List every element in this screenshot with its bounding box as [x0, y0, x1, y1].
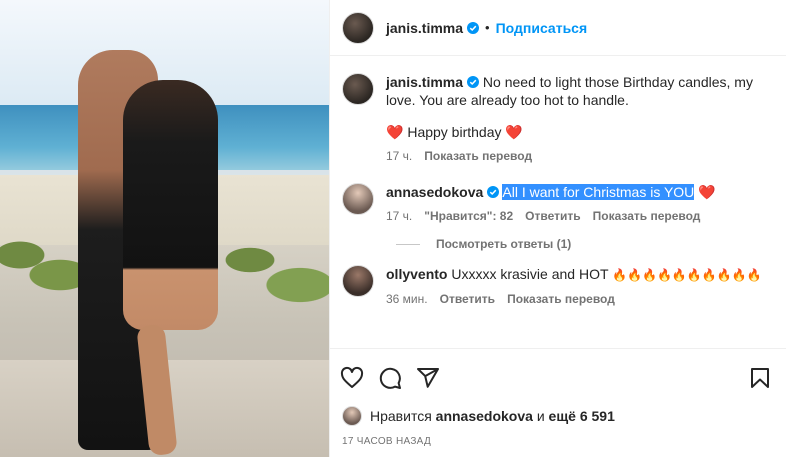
- view-replies-label[interactable]: Посмотреть ответы (1): [436, 237, 571, 251]
- instagram-post: janis.timma • Подписаться janis.timma No…: [0, 0, 786, 457]
- caption-line2: Happy birthday: [407, 124, 502, 140]
- replies-line: [396, 243, 420, 245]
- likes-summary[interactable]: Нравится annasedokova и ещё 6 591: [342, 406, 615, 426]
- comment-text: All I want for Christmas is YOU: [502, 184, 695, 200]
- likes-prefix: Нравится: [370, 408, 432, 424]
- post-sidebar: janis.timma • Подписаться janis.timma No…: [329, 0, 786, 457]
- comment-time[interactable]: 36 мин.: [386, 290, 428, 308]
- caption-body: janis.timma No need to light those Birth…: [386, 73, 774, 165]
- comments-list[interactable]: janis.timma No need to light those Birth…: [330, 57, 786, 347]
- likes-mid: и: [536, 408, 545, 424]
- likes-user[interactable]: annasedokova: [436, 408, 533, 424]
- heart-icon[interactable]: [340, 366, 364, 390]
- translate-button[interactable]: Показать перевод: [507, 290, 615, 308]
- comment: ollyvento Uxxxxx krasivie and HOT 🔥🔥🔥🔥🔥🔥…: [342, 265, 774, 308]
- reply-button[interactable]: Ответить: [525, 207, 580, 225]
- bookmark-icon[interactable]: [748, 366, 772, 390]
- header-separator: •: [485, 20, 490, 35]
- heart-emoji-icon: ❤️: [505, 124, 523, 140]
- avatar[interactable]: [342, 265, 374, 297]
- caption: janis.timma No need to light those Birth…: [342, 73, 774, 165]
- avatar[interactable]: [342, 183, 374, 215]
- header-username[interactable]: janis.timma: [386, 20, 463, 36]
- avatar[interactable]: [342, 73, 374, 105]
- avatar[interactable]: [342, 406, 362, 426]
- heart-emoji-icon: ❤️: [698, 184, 716, 200]
- share-icon[interactable]: [416, 366, 440, 390]
- comment-body: ollyvento Uxxxxx krasivie and HOT 🔥🔥🔥🔥🔥🔥…: [386, 265, 762, 308]
- verified-icon: [487, 186, 500, 198]
- post-photo[interactable]: [0, 0, 329, 457]
- comment-username[interactable]: ollyvento: [386, 266, 447, 282]
- reply-button[interactable]: Ответить: [440, 290, 495, 308]
- comment-icon[interactable]: [378, 366, 402, 390]
- caption-meta: 17 ч. Показать перевод: [386, 147, 774, 165]
- comment-meta: 17 ч. "Нравится": 82 Ответить Показать п…: [386, 207, 716, 225]
- photo-woman: [123, 80, 218, 330]
- post-header: janis.timma • Подписаться: [330, 0, 786, 56]
- likes-count[interactable]: ещё 6 591: [549, 408, 615, 424]
- comment-text: Uxxxxx krasivie and HOT: [451, 266, 609, 282]
- caption-username[interactable]: janis.timma: [386, 74, 463, 90]
- comment-meta: 36 мин. Ответить Показать перевод: [386, 290, 762, 308]
- caption-time[interactable]: 17 ч.: [386, 147, 412, 165]
- comment-time[interactable]: 17 ч.: [386, 207, 412, 225]
- comment-username[interactable]: annasedokova: [386, 184, 483, 200]
- fire-emojis: 🔥🔥🔥🔥🔥🔥🔥🔥🔥🔥: [612, 268, 762, 282]
- translate-button[interactable]: Показать перевод: [424, 147, 532, 165]
- follow-button[interactable]: Подписаться: [496, 20, 588, 36]
- translate-button[interactable]: Показать перевод: [593, 207, 701, 225]
- avatar[interactable]: [342, 11, 374, 44]
- comment-body: annasedokova All I want for Christmas is…: [386, 183, 716, 225]
- heart-emoji-icon: ❤️: [386, 124, 404, 140]
- comment: annasedokova All I want for Christmas is…: [342, 183, 774, 225]
- post-timestamp[interactable]: 17 часов назад: [342, 436, 431, 447]
- action-bar: [330, 348, 786, 406]
- verified-icon: [467, 21, 480, 34]
- photo-couple: [78, 40, 228, 457]
- view-replies[interactable]: Посмотреть ответы (1): [396, 237, 774, 251]
- verified-icon: [467, 76, 480, 88]
- comment-likes[interactable]: "Нравится": 82: [424, 207, 513, 225]
